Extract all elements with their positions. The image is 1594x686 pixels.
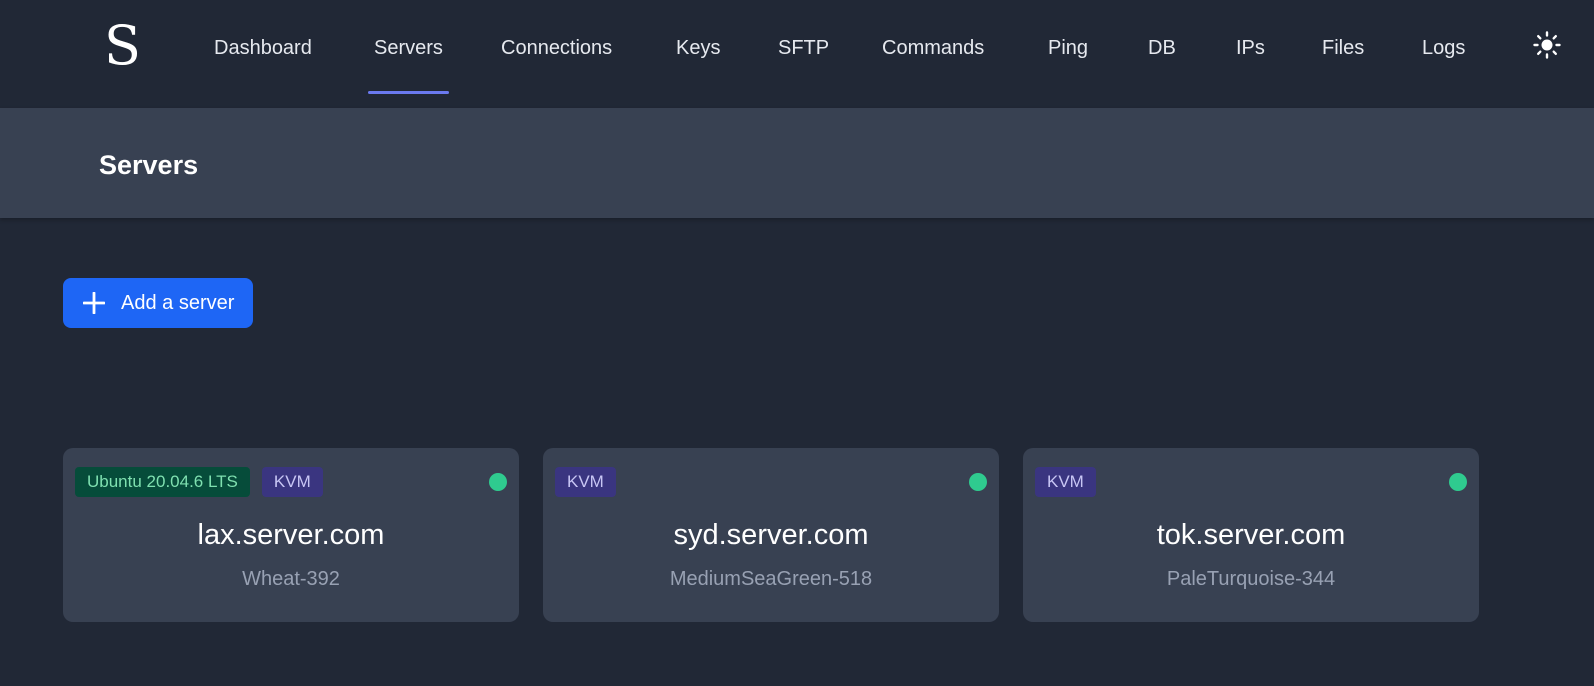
status-indicator	[969, 473, 987, 491]
nav-item-ips[interactable]: IPs	[1236, 30, 1265, 66]
add-server-button[interactable]: Add a server	[63, 278, 253, 328]
nav-item-ping[interactable]: Ping	[1048, 30, 1088, 66]
nav-item-keys[interactable]: Keys	[676, 30, 720, 66]
server-card[interactable]: KVM tok.server.com PaleTurquoise-344	[1023, 448, 1479, 622]
server-hostname: lax.server.com	[197, 519, 385, 551]
nav-item-servers[interactable]: Servers	[368, 30, 449, 94]
nav-item-files[interactable]: Files	[1322, 30, 1364, 66]
server-card[interactable]: Ubuntu 20.04.6 LTS KVM lax.server.com Wh…	[63, 448, 519, 622]
status-indicator	[489, 473, 507, 491]
nav-item-connections[interactable]: Connections	[501, 30, 612, 66]
nav-item-dashboard[interactable]: Dashboard	[214, 30, 312, 66]
server-hostname: syd.server.com	[673, 519, 869, 551]
server-alias: Wheat-392	[242, 568, 340, 590]
plus-icon	[82, 291, 106, 315]
virtualization-badge: KVM	[1035, 467, 1096, 497]
page-title: Servers	[99, 150, 199, 180]
top-navigation: S Dashboard Servers Connections Keys SFT…	[0, 0, 1594, 108]
virtualization-badge: KVM	[555, 467, 616, 497]
nav-item-sftp[interactable]: SFTP	[778, 30, 829, 66]
os-badge: Ubuntu 20.04.6 LTS	[75, 467, 250, 497]
nav-item-logs[interactable]: Logs	[1422, 30, 1465, 66]
nav-item-commands[interactable]: Commands	[882, 30, 984, 66]
server-alias: PaleTurquoise-344	[1166, 568, 1336, 590]
virtualization-badge: KVM	[261, 467, 323, 497]
add-server-label: Add a server	[121, 292, 235, 314]
server-hostname: tok.server.com	[1156, 519, 1346, 551]
server-card[interactable]: KVM syd.server.com MediumSeaGreen-518	[543, 448, 999, 622]
app-logo[interactable]: S	[104, 14, 141, 78]
page-header: Servers	[0, 108, 1594, 218]
nav-item-db[interactable]: DB	[1148, 30, 1176, 66]
status-indicator	[1449, 473, 1467, 491]
server-alias: MediumSeaGreen-518	[669, 568, 873, 590]
sun-icon[interactable]	[1532, 30, 1562, 60]
